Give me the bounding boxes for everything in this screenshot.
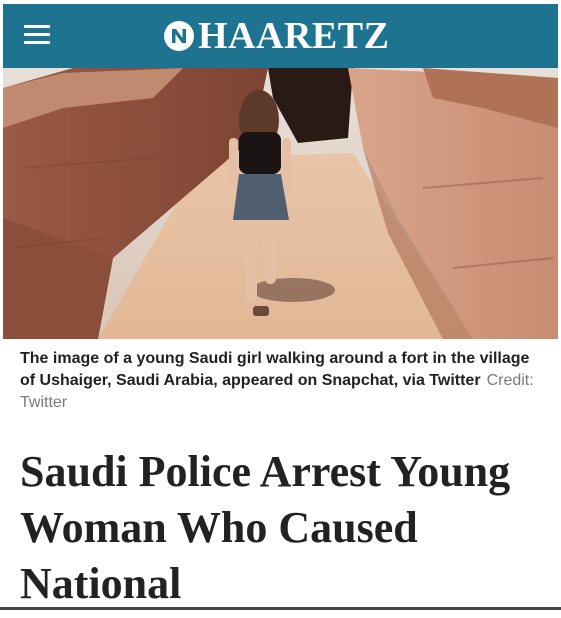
photo-caption: The image of a young Saudi girl walking …: [20, 348, 540, 414]
article-photo[interactable]: [3, 68, 558, 339]
caption-text: The image of a young Saudi girl walking …: [20, 350, 530, 389]
top-bar: HAARETZ: [3, 4, 558, 68]
logo-wordmark: HAARETZ: [198, 15, 390, 57]
bottom-edge-divider: [0, 607, 561, 610]
site-logo[interactable]: HAARETZ: [164, 12, 389, 60]
article-page: HAARETZ The image of a young Saudi girl …: [3, 4, 558, 613]
haaretz-logo-icon: [164, 21, 194, 51]
hamburger-menu-icon[interactable]: [24, 25, 50, 45]
article-headline[interactable]: Saudi Police Arrest Young Woman Who Caus…: [20, 444, 550, 612]
